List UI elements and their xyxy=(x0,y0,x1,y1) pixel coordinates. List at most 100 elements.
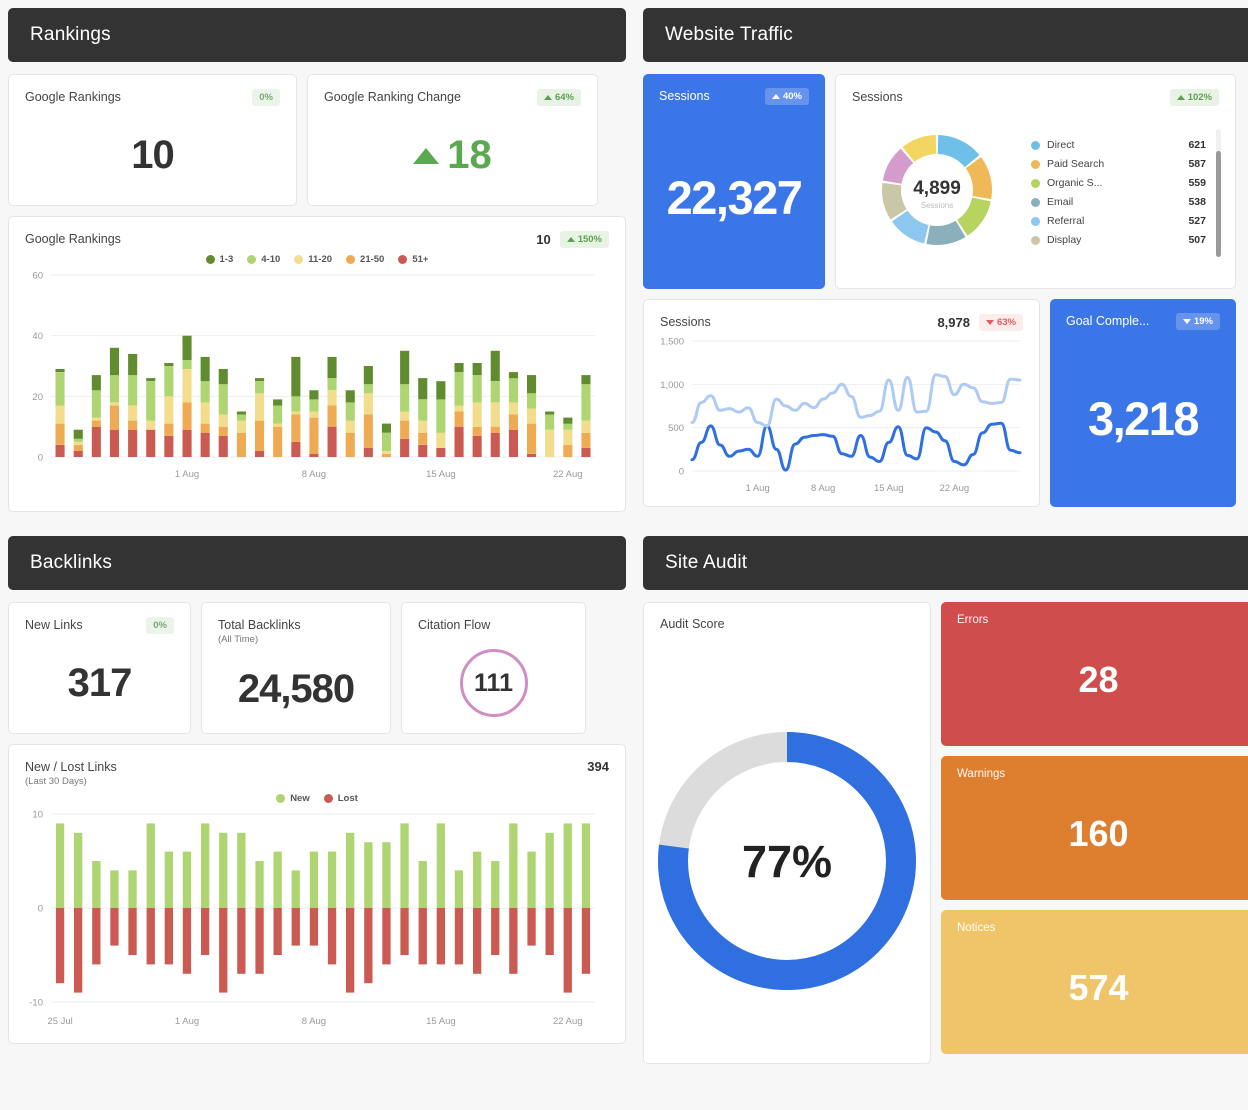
kpi-title: Total Backlinks xyxy=(218,618,301,632)
svg-text:40: 40 xyxy=(32,331,43,342)
status-card-errors[interactable]: Errors 28 xyxy=(941,602,1248,746)
svg-text:1 Aug: 1 Aug xyxy=(745,483,769,494)
chart-title: Sessions xyxy=(660,315,711,329)
chart-title: New / Lost Links xyxy=(25,760,117,774)
backlinks-body: New Links 0% 317 Total Backlinks (All Ti… xyxy=(8,590,626,1044)
legend-label: 51+ xyxy=(412,254,429,265)
kpi-value: 18 xyxy=(447,133,492,177)
badge-value: 64% xyxy=(554,92,574,103)
legend-label: Email xyxy=(1047,196,1074,208)
kpi-citation-flow[interactable]: Citation Flow 111 xyxy=(401,602,586,734)
legend-item: Lost xyxy=(323,793,358,804)
kpi-value: 24,580 xyxy=(237,666,355,711)
legend-label: Display xyxy=(1047,234,1082,246)
kpi-new-links[interactable]: New Links 0% 317 xyxy=(8,602,191,734)
chart-card-sessions-donut[interactable]: Sessions 102% 4,899 Sessions Direct 621 Pai… xyxy=(835,74,1236,289)
status-title: Warnings xyxy=(957,768,1006,780)
list-item[interactable]: Organic S... 559 xyxy=(1031,174,1206,193)
line-chart-sessions: 0 500 1,000 1,500 1 Aug 8 Aug 15 Aug 22 Aug xyxy=(660,337,1022,494)
kpi-google-rankings[interactable]: Google Rankings 0% 10 xyxy=(8,74,297,206)
chart-card-new-lost-links[interactable]: New / Lost Links (Last 30 Days) 394 New L… xyxy=(8,744,626,1044)
triangle-up-icon xyxy=(543,95,552,100)
legend-value: 587 xyxy=(1188,158,1206,170)
status-title: Errors xyxy=(957,614,989,626)
svg-text:15 Aug: 15 Aug xyxy=(874,483,904,494)
legend-value: 538 xyxy=(1188,196,1206,208)
svg-text:8 Aug: 8 Aug xyxy=(811,483,835,494)
panel-header-backlinks: Backlinks xyxy=(8,536,626,590)
list-item[interactable]: Referral 527 xyxy=(1031,212,1206,231)
legend-color-dot-icon xyxy=(294,255,304,264)
legend-color-dot-icon xyxy=(398,255,408,264)
panel-title: Backlinks xyxy=(30,552,113,573)
status-card-notices[interactable]: Notices 574 xyxy=(941,910,1248,1054)
kpi-value: 10 xyxy=(131,133,174,177)
svg-text:-10: -10 xyxy=(29,998,43,1009)
badge-value: 63% xyxy=(996,317,1016,328)
donut-legend: Direct 621 Paid Search 587 Organic S... 559 Em… xyxy=(1025,136,1206,250)
panel-header-website-traffic: Website Traffic xyxy=(643,8,1248,62)
svg-text:1 Aug: 1 Aug xyxy=(175,469,199,480)
svg-text:0: 0 xyxy=(679,467,684,478)
kpi-value-wrap: 3,218 xyxy=(1050,330,1236,507)
chart-card-google-rankings[interactable]: Google Rankings 10 150% 1-3 4-10 11-20 21-5… xyxy=(8,216,626,512)
chart-card-sessions-line[interactable]: Sessions 8,978 63% 0 500 1,000 1,500 1 Aug 8 … xyxy=(643,299,1040,507)
kpi-head: Total Backlinks (All Time) xyxy=(202,603,390,645)
svg-text:15 Aug: 15 Aug xyxy=(426,469,456,480)
legend-value: 559 xyxy=(1188,177,1206,189)
audit-status-column: Errors 28 Warnings 160 Notices 574 xyxy=(941,602,1248,1064)
legend-value: 507 xyxy=(1188,234,1206,246)
triangle-up-icon xyxy=(771,94,780,99)
status-badge: 102% xyxy=(1169,89,1219,106)
list-item[interactable]: Direct 621 xyxy=(1031,136,1206,155)
legend-scrollbar[interactable] xyxy=(1216,128,1221,257)
list-item[interactable]: Paid Search 587 xyxy=(1031,155,1206,174)
kpi-value: 3,218 xyxy=(1087,392,1200,445)
svg-text:8 Aug: 8 Aug xyxy=(302,1016,326,1027)
legend-color-dot-icon xyxy=(346,255,356,264)
legend-color-dot-icon xyxy=(1031,235,1040,245)
status-title: Notices xyxy=(957,922,996,934)
triangle-up-icon xyxy=(413,147,440,164)
kpi-title: New Links xyxy=(25,618,83,632)
audit-row: Audit Score 77% Errors 28 Warnings 160 N… xyxy=(643,602,1248,1064)
chart-head-right: 10 150% xyxy=(536,231,609,248)
list-item[interactable]: Display 507 xyxy=(1031,231,1206,250)
kpi-head: New Links 0% xyxy=(9,603,190,634)
legend-color-dot-icon xyxy=(1031,178,1040,188)
chart-card-audit-score[interactable]: Audit Score 77% xyxy=(643,602,931,1064)
legend-color-dot-icon xyxy=(1031,159,1040,169)
kpi-head: Sessions 40% xyxy=(643,74,825,105)
status-card-warnings[interactable]: Warnings 160 xyxy=(941,756,1248,900)
list-item[interactable]: Email 538 xyxy=(1031,193,1206,212)
chart-head-right: 8,978 63% xyxy=(937,314,1023,331)
legend-color-dot-icon xyxy=(276,794,286,804)
status-value: 28 xyxy=(1078,659,1119,700)
svg-text:0: 0 xyxy=(38,904,43,915)
panel-header-rankings: Rankings xyxy=(8,8,626,62)
svg-text:60: 60 xyxy=(32,271,43,282)
kpi-total-backlinks[interactable]: Total Backlinks (All Time) 24,580 xyxy=(201,602,391,734)
kpi-head: Goal Comple... 19% xyxy=(1050,299,1236,330)
panel-rankings: Rankings Google Rankings 0% 10 Google Ra… xyxy=(8,8,626,512)
badge-value: 0% xyxy=(259,92,273,103)
chart-head: New / Lost Links (Last 30 Days) 394 xyxy=(9,745,625,787)
kpi-google-ranking-change[interactable]: Google Ranking Change 64% 18 xyxy=(307,74,598,206)
chart-title: Sessions xyxy=(852,90,903,104)
panel-site-audit: Site Audit Audit Score 77% Errors 28 War… xyxy=(643,536,1248,1064)
svg-text:22 Aug: 22 Aug xyxy=(940,483,970,494)
svg-text:1 Aug: 1 Aug xyxy=(175,1016,199,1027)
svg-text:20: 20 xyxy=(32,392,43,403)
kpi-title: Sessions xyxy=(659,89,710,103)
kpi-value-wrap: 111 xyxy=(402,633,585,733)
kpi-sessions-total[interactable]: Sessions 40% 22,327 xyxy=(643,74,825,289)
triangle-up-icon xyxy=(566,237,575,242)
svg-text:15 Aug: 15 Aug xyxy=(426,1016,456,1027)
svg-text:1,000: 1,000 xyxy=(660,380,684,391)
legend-scrollbar-thumb[interactable] xyxy=(1216,150,1221,257)
legend-color-dot-icon xyxy=(1031,197,1040,207)
panel-title: Rankings xyxy=(30,24,111,45)
legend-value: 527 xyxy=(1188,215,1206,227)
kpi-goal-completions[interactable]: Goal Comple... 19% 3,218 xyxy=(1050,299,1236,507)
badge-value: 150% xyxy=(577,234,602,245)
